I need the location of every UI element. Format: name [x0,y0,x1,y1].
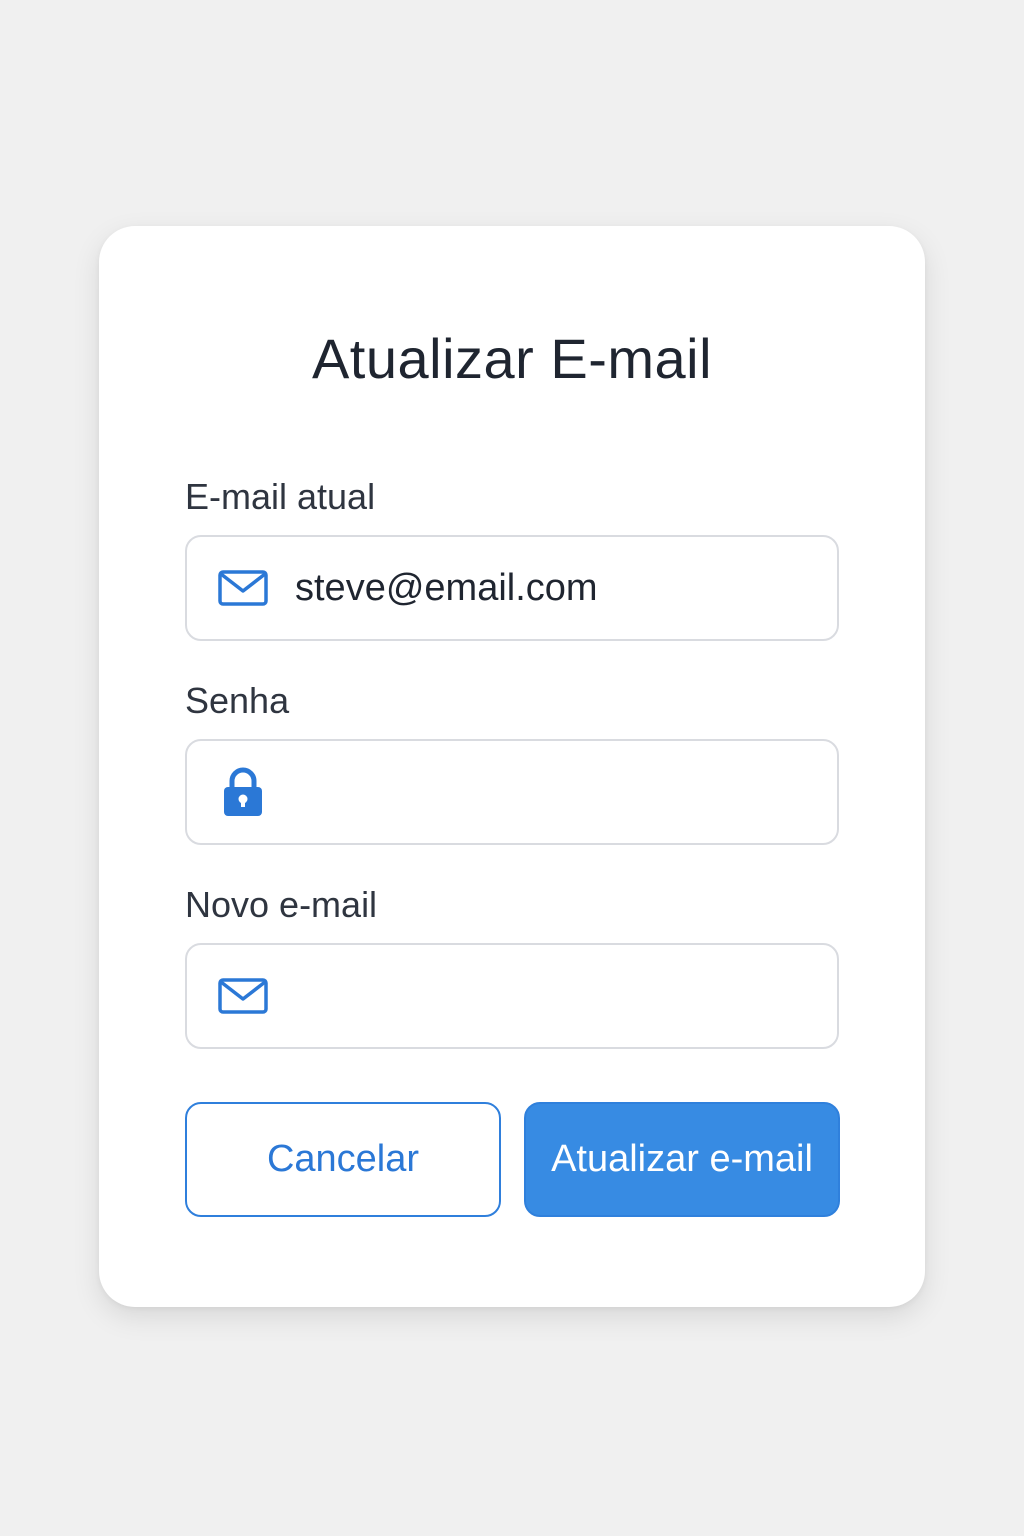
lock-icon [217,767,269,816]
update-email-dialog: Atualizar E-mail E-mail atual Senha Novo… [99,226,925,1307]
mail-icon [217,976,269,1016]
password-label: Senha [185,680,290,721]
current-email-input[interactable] [295,558,795,618]
password-field[interactable] [185,739,839,845]
password-input[interactable] [295,762,795,822]
mail-icon [217,568,269,608]
current-email-label: E-mail atual [185,476,376,517]
current-email-field[interactable] [185,535,839,641]
update-email-button[interactable]: Atualizar e-mail [524,1102,840,1217]
cancel-button[interactable]: Cancelar [185,1102,501,1217]
new-email-input[interactable] [295,966,795,1026]
new-email-label: Novo e-mail [185,884,378,925]
new-email-field[interactable] [185,943,839,1049]
dialog-title: Atualizar E-mail [311,327,713,390]
